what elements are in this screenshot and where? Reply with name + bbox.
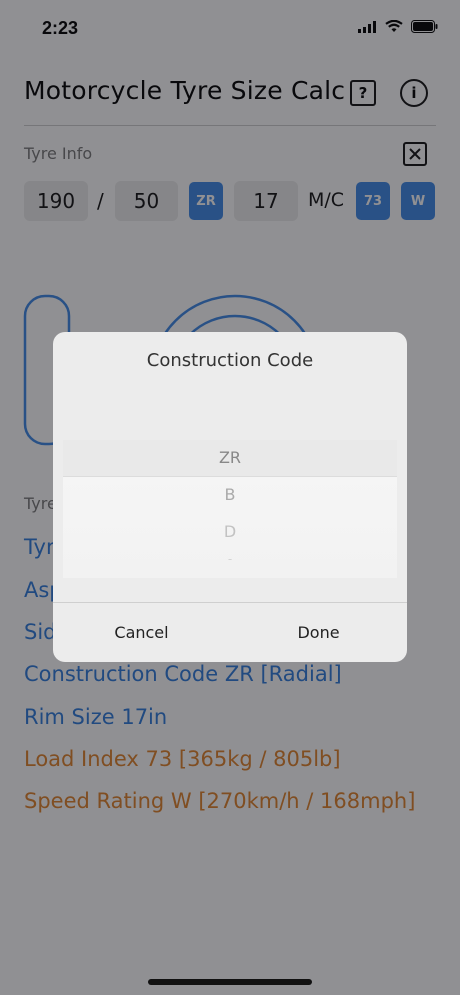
done-button[interactable]: Done — [230, 603, 407, 662]
picker-option[interactable]: D — [63, 522, 397, 541]
home-indicator — [148, 979, 312, 985]
picker-option[interactable]: - — [63, 552, 397, 566]
construction-code-dialog: Construction Code ZR B D - Cancel Done — [53, 332, 407, 662]
picker-option[interactable]: B — [63, 485, 397, 504]
cancel-button[interactable]: Cancel — [53, 603, 230, 662]
construction-code-picker[interactable]: ZR B D - — [63, 440, 397, 578]
dialog-title: Construction Code — [146, 350, 314, 371]
picker-option[interactable]: ZR — [63, 448, 397, 467]
